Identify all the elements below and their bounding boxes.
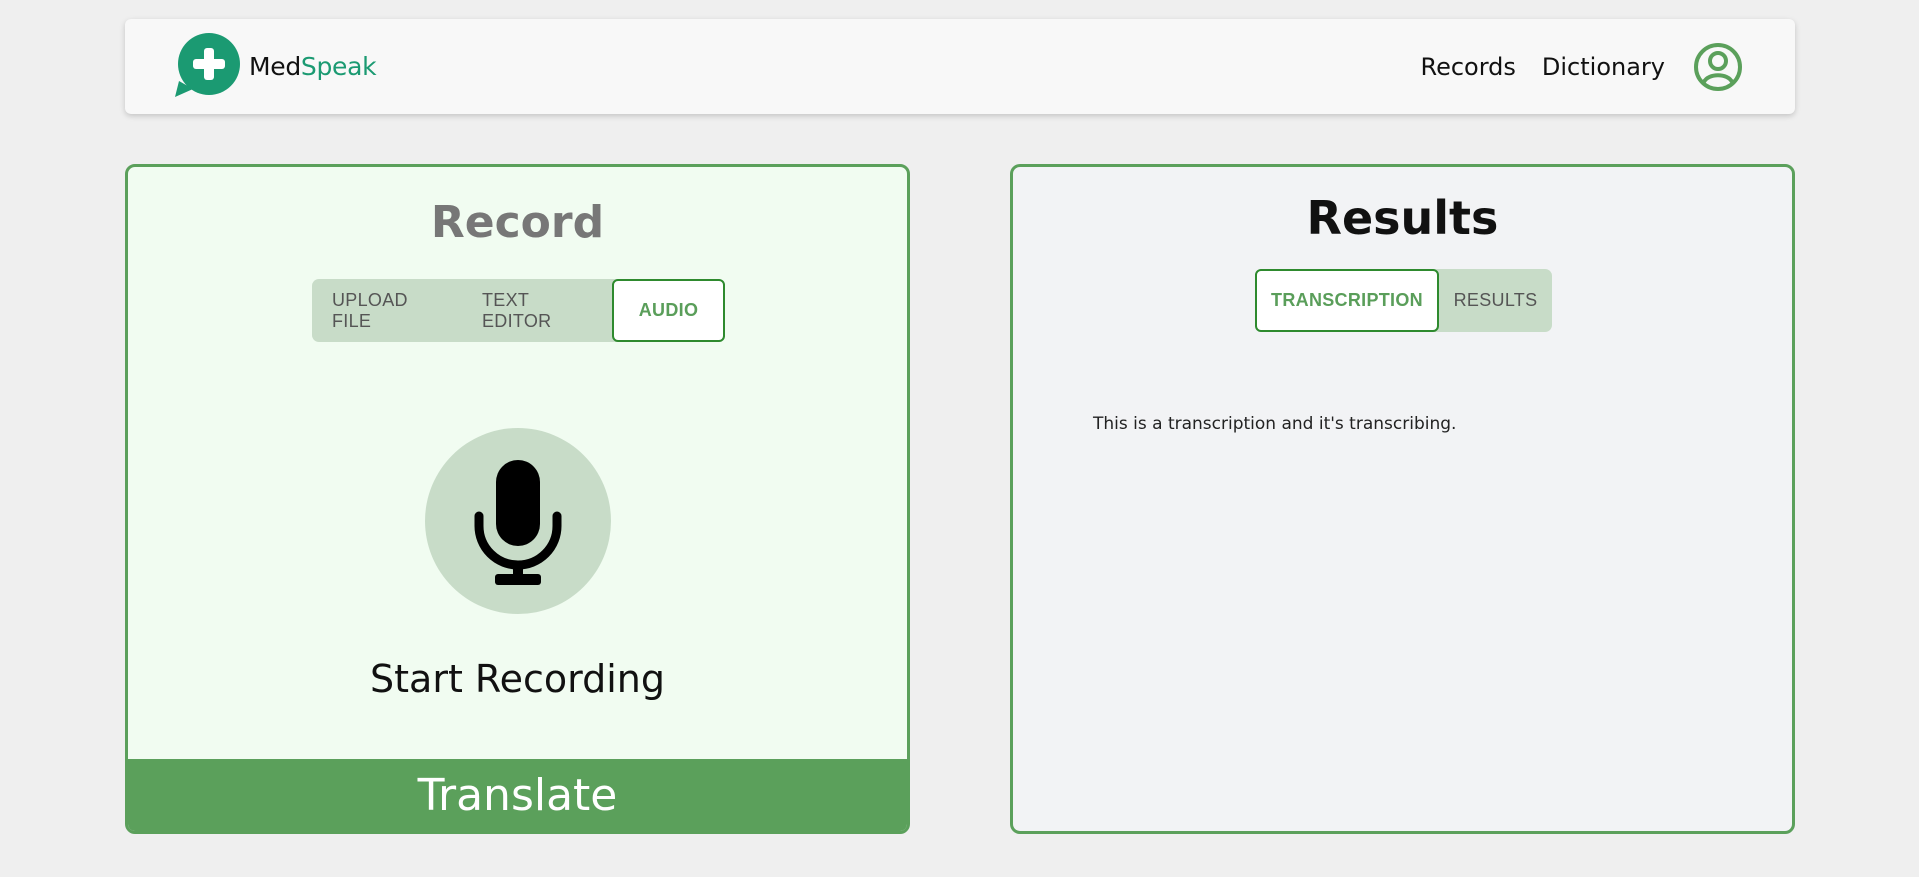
tab-text-editor[interactable]: TEXT EDITOR: [462, 279, 612, 342]
tab-audio[interactable]: AUDIO: [612, 279, 725, 342]
nav-link-records[interactable]: Records: [1420, 53, 1515, 81]
user-circle-icon[interactable]: [1693, 42, 1743, 92]
results-tabs: TRANSCRIPTION RESULTS: [1255, 269, 1552, 332]
microphone-icon: [474, 460, 562, 585]
record-mic-button[interactable]: [425, 428, 611, 614]
brand-name: MedSpeak: [249, 51, 377, 81]
results-panel: Results TRANSCRIPTION RESULTS This is a …: [1010, 164, 1795, 834]
transcription-text: This is a transcription and it's transcr…: [1093, 414, 1457, 434]
nav-link-dictionary[interactable]: Dictionary: [1542, 53, 1665, 81]
nav-links: Records Dictionary: [1420, 19, 1665, 114]
brand-name-part2: Speak: [300, 51, 377, 81]
chat-plus-icon: [175, 33, 240, 97]
record-panel: Record UPLOAD FILE TEXT EDITOR AUDIO Sta…: [125, 164, 910, 834]
tab-transcription[interactable]: TRANSCRIPTION: [1255, 269, 1439, 332]
results-panel-title: Results: [1306, 191, 1499, 245]
tab-results[interactable]: RESULTS: [1439, 269, 1552, 332]
translate-button[interactable]: Translate: [128, 759, 907, 831]
record-tabs: UPLOAD FILE TEXT EDITOR AUDIO: [312, 279, 725, 342]
top-navbar: MedSpeak Records Dictionary: [125, 19, 1795, 114]
tab-upload-file[interactable]: UPLOAD FILE: [312, 279, 462, 342]
brand-logo[interactable]: MedSpeak: [173, 33, 377, 99]
start-recording-label[interactable]: Start Recording: [128, 657, 907, 701]
record-panel-title: Record: [430, 197, 605, 248]
brand-name-part1: Med: [249, 51, 301, 81]
